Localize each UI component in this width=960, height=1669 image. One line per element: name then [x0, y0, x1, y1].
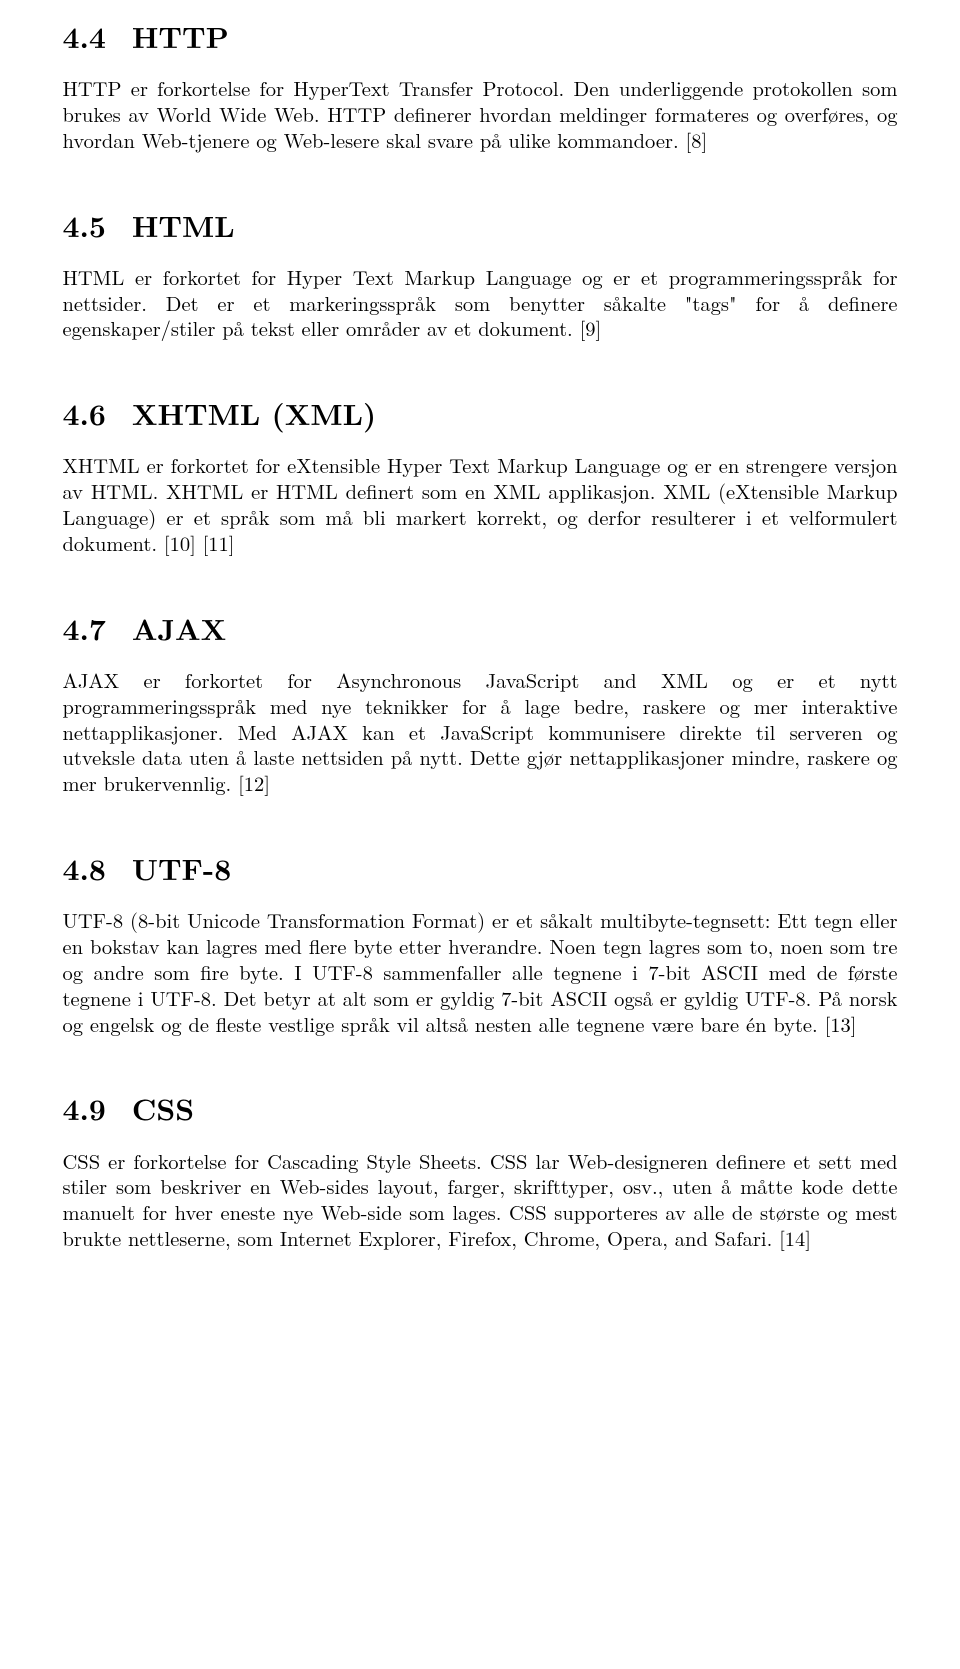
section-heading-css: 4.9 CSS	[63, 1090, 898, 1127]
section-number: 4.9	[63, 1090, 106, 1127]
section-heading-xhtml: 4.6 XHTML (XML)	[63, 395, 898, 432]
section-title: HTML	[132, 204, 235, 246]
section-heading-html: 4.5 HTML	[63, 207, 898, 244]
section-title: CSS	[132, 1087, 194, 1129]
section-number: 4.6	[63, 395, 106, 432]
section-body: HTTP er forkortelse for HyperText Transf…	[63, 75, 898, 152]
section-heading-utf8: 4.8 UTF-8	[63, 850, 898, 887]
section-number: 4.7	[63, 610, 106, 647]
section-heading-http: 4.4 HTTP	[63, 18, 898, 55]
section-body: AJAX er forkortet for Asynchronous JavaS…	[63, 667, 898, 796]
section-title: HTTP	[132, 15, 229, 57]
section-body: HTML er forkortet for Hyper Text Markup …	[63, 264, 898, 341]
section-number: 4.8	[63, 850, 106, 887]
section-title: UTF-8	[132, 847, 231, 889]
section-title: XHTML (XML)	[132, 392, 376, 434]
section-number: 4.4	[63, 18, 106, 55]
section-number: 4.5	[63, 207, 106, 244]
section-heading-ajax: 4.7 AJAX	[63, 610, 898, 647]
section-body: XHTML er forkortet for eXtensible Hyper …	[63, 452, 898, 555]
section-title: AJAX	[132, 607, 226, 649]
section-body: CSS er forkortelse for Cascading Style S…	[63, 1148, 898, 1251]
section-body: UTF-8 (8-bit Unicode Transformation Form…	[63, 907, 898, 1036]
